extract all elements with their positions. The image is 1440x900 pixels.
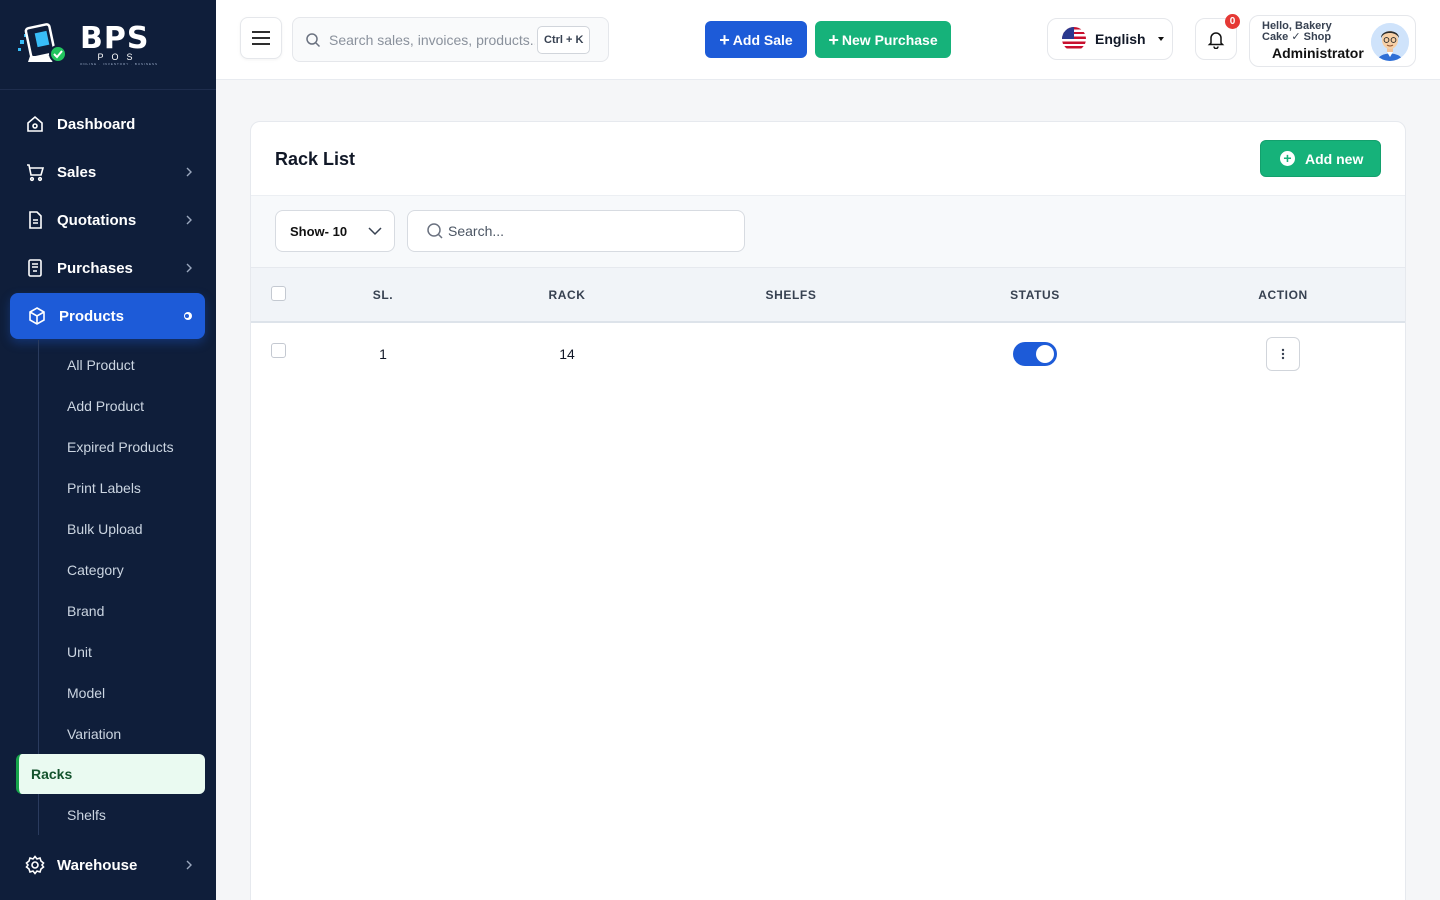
submenu-item-brand[interactable]: Brand [39, 590, 216, 631]
plus-icon: + [828, 29, 839, 50]
new-purchase-button[interactable]: + New Purchase [815, 21, 951, 58]
avatar [1371, 23, 1409, 61]
plus-circle-icon: + [1280, 151, 1295, 166]
sidebar-nav: Dashboard Sales Quotations Purchases Pro… [0, 90, 216, 889]
cell-rack: 14 [559, 345, 575, 362]
column-header-sl: SL. [372, 287, 394, 302]
table-row: 1 14 [251, 322, 1405, 384]
column-header-shelfs: SHELFS [765, 287, 817, 302]
document-icon [24, 209, 46, 231]
add-sale-button[interactable]: + Add Sale [705, 21, 807, 58]
hamburger-icon [252, 31, 270, 45]
notification-count-badge: 0 [1225, 14, 1240, 29]
table-search[interactable] [407, 210, 745, 252]
column-header-action: ACTION [1258, 287, 1308, 302]
table-header-row: SL. RACK SHELFS STATUS ACTION [251, 268, 1405, 322]
submenu-item-racks[interactable]: Racks [16, 754, 205, 794]
receipt-icon [24, 257, 46, 279]
submenu-item-variation[interactable]: Variation [39, 713, 216, 754]
submenu-item-add-product[interactable]: Add Product [39, 385, 216, 426]
submenu-item-category[interactable]: Category [39, 549, 216, 590]
search-shortcut: Ctrl + K [537, 25, 591, 54]
submenu-item-unit[interactable]: Unit [39, 631, 216, 672]
us-flag-icon [1062, 27, 1086, 51]
menu-toggle-button[interactable] [240, 17, 282, 59]
top-header: Ctrl + K + Add Sale + New Purchase Engli… [216, 0, 1440, 80]
submenu-item-all-product[interactable]: All Product [39, 344, 216, 385]
settings-icon [24, 854, 46, 876]
table-filters: Show- 10 [251, 196, 1405, 268]
chevron-right-icon [186, 167, 192, 177]
select-all-checkbox[interactable] [270, 285, 286, 301]
language-selector[interactable]: English [1047, 18, 1173, 60]
rack-list-card: Rack List + Add new Show- 10 SL. RACK SH… [250, 121, 1406, 900]
submenu-item-model[interactable]: Model [39, 672, 216, 713]
more-vertical-icon [1281, 348, 1285, 359]
submenu-item-bulk-upload[interactable]: Bulk Upload [39, 508, 216, 549]
user-greeting: Hello, Bakery Cake ✓ Shop [1262, 20, 1332, 43]
rack-table: SL. RACK SHELFS STATUS ACTION 1 14 [251, 268, 1405, 384]
caret-down-icon [1157, 37, 1164, 41]
user-role: Administrator [1272, 45, 1364, 61]
global-search-input[interactable] [329, 31, 535, 48]
chevron-right-icon [186, 215, 192, 225]
brand-logo[interactable]: BPS POS ONLINE · INVENTORY · BUSINESS [0, 0, 216, 90]
chevron-down-icon [368, 227, 382, 236]
sidebar: BPS POS ONLINE · INVENTORY · BUSINESS Da… [0, 0, 216, 900]
cell-sl: 1 [379, 345, 387, 362]
products-submenu: All Product Add Product Expired Products… [38, 340, 216, 754]
page-size-select[interactable]: Show- 10 [275, 210, 395, 252]
products-submenu-tail: Shelfs [38, 794, 216, 835]
chevron-right-icon [186, 263, 192, 273]
sidebar-item-purchases[interactable]: Purchases [0, 244, 216, 292]
submenu-item-print-labels[interactable]: Print Labels [39, 467, 216, 508]
sidebar-item-products[interactable]: Products [10, 293, 205, 339]
global-search[interactable]: Ctrl + K [292, 17, 609, 62]
notifications-button[interactable]: 0 [1195, 14, 1240, 60]
column-header-status: STATUS [1010, 287, 1060, 302]
search-icon [427, 223, 443, 239]
logo-icon [18, 20, 70, 70]
submenu-item-expired-products[interactable]: Expired Products [39, 426, 216, 467]
active-indicator-icon [184, 312, 192, 320]
search-icon [306, 32, 321, 47]
sidebar-item-quotations[interactable]: Quotations [0, 196, 216, 244]
brand-name: BPS [80, 20, 150, 56]
chevron-right-icon [186, 860, 192, 870]
user-menu[interactable]: Hello, Bakery Cake ✓ Shop Administrator [1249, 15, 1416, 67]
column-header-rack: RACK [548, 287, 586, 302]
cart-icon [24, 161, 46, 183]
bell-icon [1207, 32, 1225, 49]
box-icon [26, 305, 48, 327]
table-search-input[interactable] [448, 223, 728, 239]
row-actions-button[interactable] [1266, 336, 1300, 371]
sidebar-item-warehouse[interactable]: Warehouse [0, 841, 216, 889]
submenu-item-shelfs[interactable]: Shelfs [39, 794, 216, 835]
add-new-button[interactable]: + Add new [1260, 140, 1381, 177]
row-checkbox[interactable] [270, 343, 286, 358]
cell-shelfs [673, 322, 909, 384]
plus-icon: + [719, 29, 730, 50]
sidebar-item-dashboard[interactable]: Dashboard [0, 100, 216, 148]
page-title: Rack List [275, 149, 356, 169]
status-toggle[interactable] [1013, 341, 1057, 366]
sidebar-item-sales[interactable]: Sales [0, 148, 216, 196]
home-icon [24, 113, 46, 135]
brand-tagline: ONLINE · INVENTORY · BUSINESS [80, 61, 159, 66]
